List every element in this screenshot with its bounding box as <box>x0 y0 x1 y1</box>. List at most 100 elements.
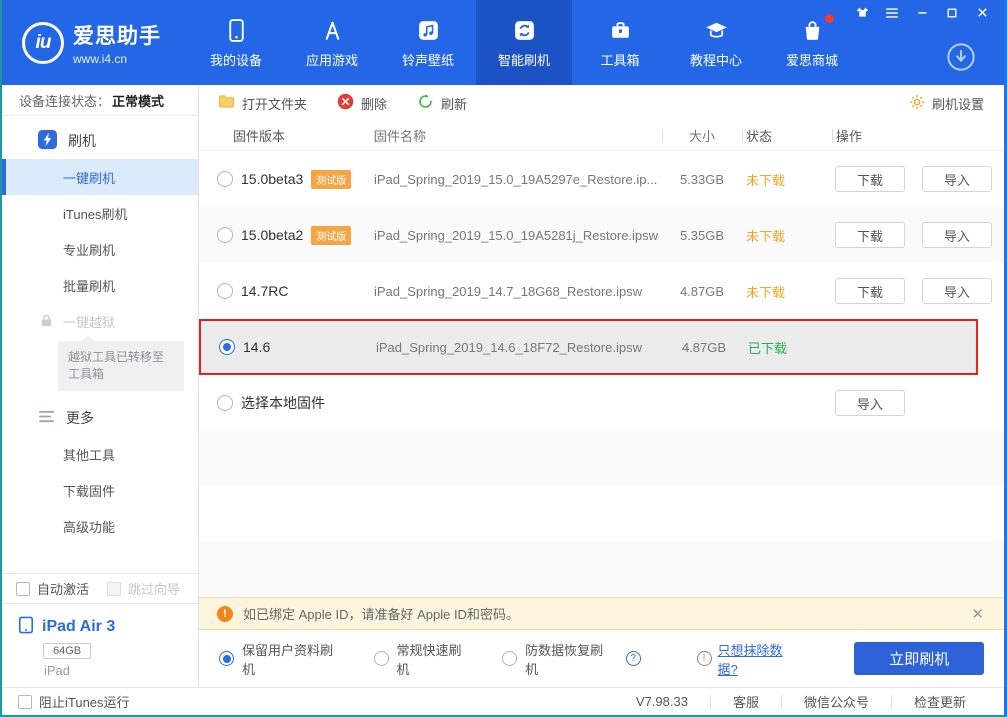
firmware-version: 选择本地固件 <box>241 395 325 411</box>
import-button[interactable]: 导入 <box>922 278 992 304</box>
notification-dot <box>825 14 834 23</box>
firmware-size: 4.87GB <box>681 339 727 355</box>
skin-button[interactable] <box>852 5 872 23</box>
app-window: iu 爱思助手 www.i4.cn 我的设备 应用游戏 铃声壁纸 智能刷机 工具… <box>0 0 1007 717</box>
open-folder-button[interactable]: 打开文件夹 <box>218 94 307 113</box>
list-icon <box>885 6 899 23</box>
radio-keep-user-data[interactable]: 保留用户资料刷机 <box>219 640 346 678</box>
firmware-row[interactable]: 14.6 iPad_Spring_2019_14.6_18F72_Restore… <box>199 319 978 375</box>
radio-icon <box>219 651 234 666</box>
device-status-label: 设备连接状态： <box>19 93 111 109</box>
row-radio[interactable] <box>217 283 233 299</box>
maximize-button[interactable] <box>942 5 962 23</box>
top-nav: 我的设备 应用游戏 铃声壁纸 智能刷机 工具箱 教程中心 爱思商城 <box>188 0 860 85</box>
sidebar: 设备连接状态： 正常模式 刷机 一键刷机 iTunes刷机 专业刷机 批量刷机 一键越狱越… <box>2 85 199 687</box>
column-header: 大小 <box>662 121 742 150</box>
flash-settings-button[interactable]: 刷机设置 <box>909 94 984 113</box>
store-icon <box>800 17 825 43</box>
row-radio[interactable] <box>219 339 235 355</box>
main-panel: 打开文件夹 删除 刷新 刷机设置 固件版本 固件名称 大小 状态 操作 15.0… <box>199 85 1004 687</box>
help-icon[interactable]: ? <box>625 651 641 666</box>
ipad-icon <box>18 616 34 637</box>
download-manager-icon[interactable] <box>946 42 976 75</box>
import-button[interactable]: 导入 <box>835 390 905 416</box>
import-button[interactable]: 导入 <box>922 166 992 192</box>
sidebar-item-download-firmware[interactable]: 下载固件 <box>2 472 198 508</box>
erase-data-link[interactable]: ! 只想抹除数据? <box>696 640 803 678</box>
close-icon <box>976 6 989 22</box>
phone-icon <box>224 17 249 43</box>
nav-item-ringtones-wallpapers[interactable]: 铃声壁纸 <box>380 0 476 85</box>
firmware-version: 14.7RC <box>241 283 289 299</box>
window-controls <box>852 5 992 23</box>
delete-button[interactable]: 删除 <box>337 93 387 113</box>
statusbar-link[interactable]: 检查更新 <box>892 692 988 711</box>
nav-item-store[interactable]: 爱思商城 <box>764 0 860 85</box>
minimize-icon <box>916 6 929 22</box>
sidebar-section-more[interactable]: 更多 <box>2 399 198 436</box>
nav-item-smart-flash[interactable]: 智能刷机 <box>476 0 572 85</box>
close-icon[interactable]: ✕ <box>967 605 988 623</box>
firmware-size: 4.87GB <box>679 283 725 299</box>
table-empty-area <box>199 431 1004 597</box>
firmware-size: 5.35GB <box>679 227 725 243</box>
row-radio[interactable] <box>217 227 233 243</box>
menu-button[interactable] <box>882 5 902 23</box>
minimize-button[interactable] <box>912 5 932 23</box>
statusbar-link[interactable]: 客服 <box>711 692 781 711</box>
radio-icon <box>502 651 518 666</box>
import-button[interactable]: 导入 <box>922 222 992 248</box>
radio-normal-quick-flash[interactable]: 常规快速刷机 <box>373 640 475 678</box>
beta-badge: 测试版 <box>311 169 352 189</box>
block-itunes-checkbox[interactable]: 阻止iTunes运行 <box>18 692 130 711</box>
firmware-row[interactable]: 15.0beta2 测试版 iPad_Spring_2019_15.0_19A5… <box>199 207 1004 263</box>
sync-icon <box>512 17 537 43</box>
nav-item-apps-games[interactable]: 应用游戏 <box>284 0 380 85</box>
delete-icon <box>337 93 354 113</box>
sidebar-item-batch-flash[interactable]: 批量刷机 <box>2 267 198 303</box>
sidebar-item-one-click-flash[interactable]: 一键刷机 <box>2 159 198 195</box>
firmware-filename: iPad_Spring_2019_15.0_19A5297e_Restore.i… <box>374 171 658 187</box>
auto-activate-checkbox[interactable]: 自动激活 <box>16 579 89 598</box>
sidebar-item-other-tools[interactable]: 其他工具 <box>2 436 198 472</box>
folder-icon <box>218 94 235 112</box>
firmware-filename: iPad_Spring_2019_14.6_18F72_Restore.ipsw <box>376 339 642 355</box>
app-url: www.i4.cn <box>73 51 128 66</box>
device-capacity-badge: 64GB <box>43 643 92 659</box>
appstore-icon <box>320 17 345 43</box>
sidebar-item-advanced-features[interactable]: 高级功能 <box>2 508 198 544</box>
radio-anti-data-recovery-flash[interactable]: 防数据恢复刷机 ? <box>502 640 641 678</box>
refresh-button[interactable]: 刷新 <box>417 93 467 113</box>
toolbox-icon <box>608 17 633 43</box>
flash-now-button[interactable]: 立即刷机 <box>854 642 984 675</box>
row-actions: 下载 导入 <box>832 222 1004 248</box>
statusbar-link[interactable]: 微信公众号 <box>782 692 891 711</box>
nav-item-tutorials[interactable]: 教程中心 <box>668 0 764 85</box>
sidebar-item-pro-flash[interactable]: 专业刷机 <box>2 231 198 267</box>
skip-wizard-checkbox: 跳过向导 <box>107 579 180 598</box>
download-button[interactable]: 下载 <box>835 166 905 192</box>
firmware-row[interactable]: 14.7RC iPad_Spring_2019_14.7_18G68_Resto… <box>199 263 1004 319</box>
sidebar-section-flash[interactable]: 刷机 <box>2 122 198 159</box>
firmware-row[interactable]: 选择本地固件 导入 <box>199 375 1004 431</box>
row-radio[interactable] <box>217 171 233 187</box>
row-radio[interactable] <box>217 395 233 411</box>
firmware-status: 未下载 <box>746 172 786 188</box>
more-icon <box>38 410 55 426</box>
flash-options-bar: 保留用户资料刷机 常规快速刷机 防数据恢复刷机 ? ! 只想抹除数据? 立即刷机 <box>199 630 1004 687</box>
device-info-panel: iPad Air 3 64GB iPad <box>2 603 198 687</box>
refresh-icon <box>417 93 434 113</box>
sidebar-checkboxes: 自动激活 跳过向导 <box>2 573 198 603</box>
download-button[interactable]: 下载 <box>835 278 905 304</box>
close-button[interactable] <box>972 5 992 23</box>
app-logo: iu 爱思助手 www.i4.cn <box>2 0 188 85</box>
sidebar-item-itunes-flash[interactable]: iTunes刷机 <box>2 195 198 231</box>
firmware-status: 已下载 <box>748 340 788 356</box>
device-name: iPad Air 3 <box>42 617 116 635</box>
firmware-table: 15.0beta3 测试版 iPad_Spring_2019_15.0_19A5… <box>199 151 1004 431</box>
nav-item-my-devices[interactable]: 我的设备 <box>188 0 284 85</box>
warning-icon: ! <box>217 605 233 622</box>
nav-item-toolbox[interactable]: 工具箱 <box>572 0 668 85</box>
download-button[interactable]: 下载 <box>835 222 905 248</box>
firmware-row[interactable]: 15.0beta3 测试版 iPad_Spring_2019_15.0_19A5… <box>199 151 1004 207</box>
